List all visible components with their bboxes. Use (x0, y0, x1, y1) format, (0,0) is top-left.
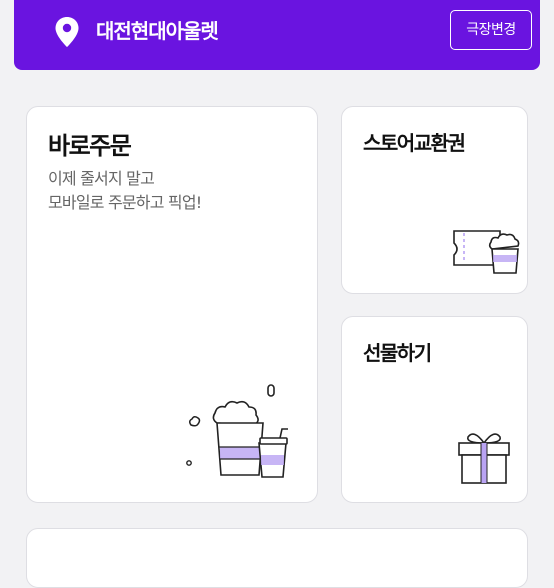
ticket-popcorn-icon (453, 230, 520, 274)
direct-order-title: 바로주문 (48, 132, 132, 160)
gift-card[interactable]: 선물하기 (341, 316, 528, 503)
gift-title: 선물하기 (363, 341, 432, 365)
popcorn-drink-icon (186, 384, 288, 478)
store-voucher-card[interactable]: 스토어교환권 (341, 106, 528, 294)
location-pin-icon (55, 17, 79, 47)
direct-order-card[interactable]: 바로주문 이제 줄서지 말고 모바일로 주문하고 픽업! (26, 106, 318, 503)
gift-box-icon (458, 433, 510, 484)
theater-name[interactable]: 대전현대아울렛 (96, 17, 219, 45)
bottom-card[interactable] (26, 528, 528, 588)
direct-order-subtitle-line2: 모바일로 주문하고 픽업! (48, 193, 202, 212)
store-voucher-title: 스토어교환권 (363, 131, 466, 155)
change-theater-button[interactable]: 극장변경 (450, 10, 532, 50)
direct-order-subtitle-line1: 이제 줄서지 말고 (48, 169, 155, 188)
app-header: 대전현대아울렛 극장변경 (14, 0, 540, 70)
